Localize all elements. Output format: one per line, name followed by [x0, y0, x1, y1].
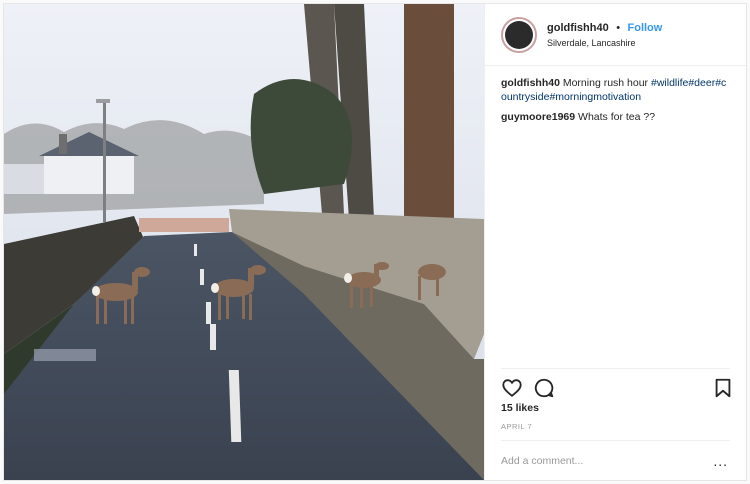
comment-username[interactable]: goldfishh40 [501, 77, 560, 89]
location-link[interactable]: Silverdale, Lancashire [547, 36, 662, 51]
separator-dot: • [616, 21, 621, 34]
comment-icon[interactable] [533, 377, 555, 399]
follow-button[interactable]: Follow [628, 22, 663, 34]
comment-text: Morning rush hour [562, 77, 649, 89]
post-sidebar: goldfishh40 • Follow Silverdale, Lancash… [484, 4, 746, 480]
deer-crossing-road-image [4, 4, 484, 480]
list-item: guymoore1969 Whats for tea ?? [501, 110, 730, 124]
post-header: goldfishh40 • Follow Silverdale, Lancash… [485, 4, 746, 66]
heart-icon[interactable] [501, 377, 523, 399]
likes-count[interactable]: 15 likes [501, 402, 539, 414]
avatar[interactable] [501, 16, 537, 53]
comment-text: Whats for tea ?? [578, 111, 656, 123]
comment-username[interactable]: guymoore1969 [501, 111, 575, 123]
add-comment-field[interactable]: Add a comment... ... [501, 440, 730, 481]
post-photo[interactable] [4, 4, 484, 480]
post-date[interactable]: APRIL 7 [501, 422, 532, 431]
avatar-image [505, 20, 533, 49]
comments-list: goldfishh40 Morning rush hour #wildlife#… [485, 66, 746, 124]
more-options-icon[interactable]: ... [713, 453, 728, 469]
caption-comment: goldfishh40 Morning rush hour #wildlife#… [501, 76, 730, 104]
post-card: goldfishh40 • Follow Silverdale, Lancash… [3, 3, 747, 481]
header-text: goldfishh40 • Follow Silverdale, Lancash… [547, 19, 662, 51]
comment-input-placeholder[interactable]: Add a comment... [501, 455, 583, 467]
username-link[interactable]: goldfishh40 [547, 22, 609, 34]
bookmark-icon[interactable] [712, 377, 734, 399]
action-icons [501, 377, 731, 399]
